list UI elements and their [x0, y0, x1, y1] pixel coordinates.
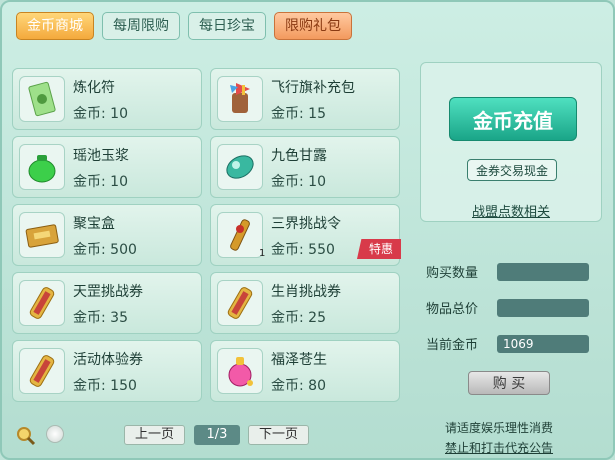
item-card[interactable]: 九色甘露 金币: 10	[210, 136, 400, 198]
item-price: 金币: 10	[73, 106, 128, 122]
scroll-icon	[19, 280, 65, 326]
item-price: 金币: 80	[271, 378, 326, 394]
next-page-button[interactable]: 下一页	[248, 425, 310, 445]
item-card[interactable]: 炼化符 金币: 10	[12, 68, 202, 130]
search-icon[interactable]	[16, 426, 36, 446]
item-card[interactable]: 生肖挑战券 金币: 25	[210, 272, 400, 334]
item-card[interactable]: 飞行旗补充包 金币: 15	[210, 68, 400, 130]
item-grid: 炼化符 金币: 10 飞行旗补充包 金币: 15 瑶池玉浆 金币: 10 九色甘…	[12, 68, 401, 402]
recharge-panel: 金币充值 金券交易现金 战盟点数相关	[420, 62, 602, 222]
item-name: 福泽苍生	[271, 352, 327, 368]
dew-gem-icon	[217, 144, 263, 190]
tab-daily-treasure[interactable]: 每日珍宝	[188, 12, 266, 40]
quantity-field[interactable]	[497, 263, 589, 281]
item-name: 活动体验券	[73, 352, 143, 368]
tab-limited-gift[interactable]: 限购礼包	[274, 12, 352, 40]
circle-icon[interactable]	[46, 425, 64, 443]
footer-notice: 请适度娱乐理性消费	[445, 421, 554, 435]
item-name: 瑶池玉浆	[73, 148, 129, 164]
current-coins-value: 1069	[497, 335, 589, 353]
item-name: 聚宝盒	[73, 216, 115, 232]
item-card[interactable]: 活动体验券 金币: 150	[12, 340, 202, 402]
potion-icon	[217, 348, 263, 394]
item-price: 金币: 550	[271, 242, 335, 258]
item-price: 金币: 10	[73, 174, 128, 190]
total-price-label: 物品总价	[426, 302, 479, 317]
shop-tabs: 金币商城 每周限购 每日珍宝 限购礼包	[16, 12, 352, 40]
item-price: 金币: 35	[73, 310, 128, 326]
current-coins-label: 当前金币	[426, 338, 479, 353]
special-offer-badge: 特惠	[356, 239, 401, 259]
quantity-label: 购买数量	[426, 266, 479, 281]
recharge-button[interactable]: 金币充值	[449, 97, 577, 141]
item-price: 金币: 10	[271, 174, 326, 190]
item-card[interactable]: 聚宝盒 金币: 500	[12, 204, 202, 266]
item-price: 金币: 15	[271, 106, 326, 122]
scroll-icon	[217, 280, 263, 326]
coupon-exchange-button[interactable]: 金券交易现金	[467, 159, 557, 181]
item-name: 三界挑战令	[271, 216, 341, 232]
scroll-icon	[19, 348, 65, 394]
page-indicator: 1/3	[194, 425, 240, 445]
item-count: 1	[259, 248, 266, 259]
anti-recharge-link[interactable]: 禁止和打击代充公告	[445, 439, 553, 456]
item-price: 金币: 150	[73, 378, 137, 394]
item-name: 炼化符	[73, 80, 115, 96]
item-name: 天罡挑战券	[73, 284, 143, 300]
item-card[interactable]: 1 三界挑战令 金币: 550 特惠	[210, 204, 401, 266]
tab-weekly-limit[interactable]: 每周限购	[102, 12, 180, 40]
challenge-token-icon	[217, 212, 263, 258]
alliance-points-link[interactable]: 战盟点数相关	[421, 201, 601, 220]
buy-button[interactable]: 购 买	[468, 371, 550, 395]
treasure-box-icon	[19, 212, 65, 258]
item-price: 金币: 25	[271, 310, 326, 326]
prev-page-button[interactable]: 上一页	[124, 425, 186, 445]
tab-gold-shop[interactable]: 金币商城	[16, 12, 94, 40]
item-name: 飞行旗补充包	[271, 80, 355, 96]
total-price-field	[497, 299, 589, 317]
flag-pack-icon	[217, 76, 263, 122]
item-name: 九色甘露	[271, 148, 327, 164]
item-price: 金币: 500	[73, 242, 137, 258]
item-card[interactable]: 天罡挑战券 金币: 35	[12, 272, 202, 334]
talisman-icon	[19, 76, 65, 122]
item-card[interactable]: 瑶池玉浆 金币: 10	[12, 136, 202, 198]
item-name: 生肖挑战券	[271, 284, 341, 300]
item-card[interactable]: 福泽苍生 金币: 80	[210, 340, 400, 402]
jade-jar-icon	[19, 144, 65, 190]
